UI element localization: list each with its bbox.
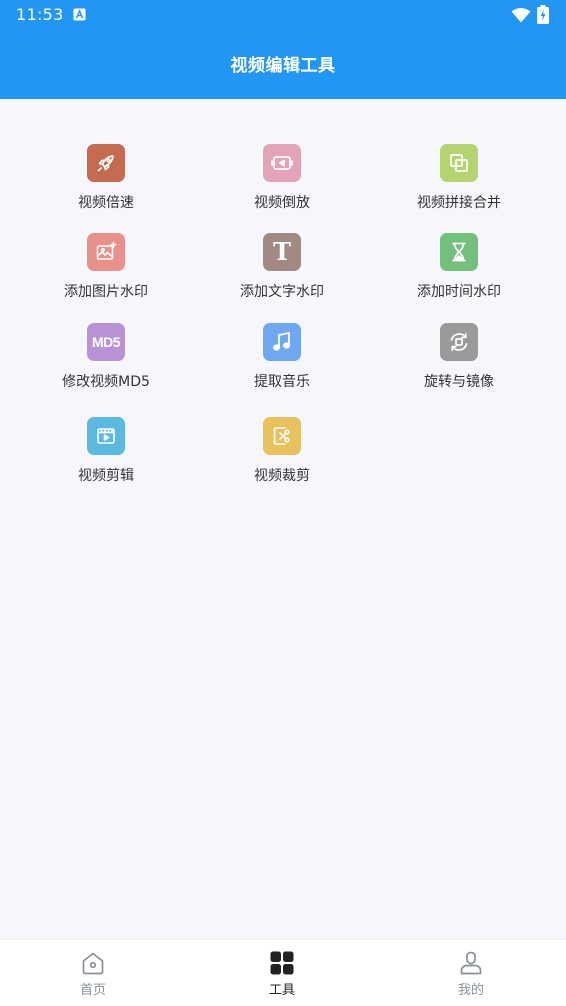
tool-label: 添加时间水印 [417, 284, 501, 300]
tool-label: 视频裁剪 [254, 468, 310, 484]
wifi-icon [511, 8, 531, 23]
tool-time-watermark[interactable]: 添加时间水印 [384, 233, 534, 313]
rewind-video-icon [263, 144, 301, 182]
tool-rotate-mirror[interactable]: 旋转与镜像 [384, 323, 534, 403]
tool-label: 旋转与镜像 [424, 374, 494, 390]
tool-image-watermark[interactable]: 添加图片水印 [31, 233, 181, 313]
app-header: 11:53 视频编辑工具 [0, 0, 566, 99]
rotate-icon [440, 323, 478, 361]
nav-home[interactable]: 首页 [33, 940, 153, 1006]
notification-a-icon [73, 8, 86, 21]
nav-profile[interactable]: 我的 [411, 940, 531, 1006]
tool-label: 视频拼接合并 [417, 195, 501, 211]
tool-video-merge[interactable]: 视频拼接合并 [384, 144, 534, 224]
tool-label: 视频倒放 [254, 195, 310, 211]
text-icon: T [263, 233, 301, 271]
status-time: 11:53 [16, 5, 64, 24]
tool-label: 提取音乐 [254, 374, 310, 390]
crop-cut-icon [263, 417, 301, 455]
tools-grid: 视频倍速 视频倒放 视频拼接合并 添加图片水印 T 添加文字水印 添加时间水印 … [0, 99, 566, 939]
tool-video-edit[interactable]: 视频剪辑 [31, 417, 181, 497]
bottom-nav: 首页 工具 我的 [0, 939, 566, 1006]
tool-label: 视频倍速 [78, 195, 134, 211]
tool-label: 视频剪辑 [78, 468, 134, 484]
tool-video-reverse[interactable]: 视频倒放 [207, 144, 357, 224]
tool-label: 添加文字水印 [240, 284, 324, 300]
image-icon [87, 233, 125, 271]
status-bar: 11:53 [0, 0, 566, 30]
music-icon [263, 323, 301, 361]
tool-label: 修改视频MD5 [62, 374, 150, 390]
tool-extract-music[interactable]: 提取音乐 [207, 323, 357, 403]
user-icon [460, 951, 482, 975]
home-icon [82, 952, 104, 975]
battery-charging-icon [537, 5, 549, 24]
page-title: 视频编辑工具 [230, 56, 336, 76]
rocket-icon [87, 144, 125, 182]
tool-video-speed[interactable]: 视频倍速 [31, 144, 181, 224]
tool-modify-md5[interactable]: MD5 修改视频MD5 [31, 323, 181, 403]
tool-text-watermark[interactable]: T 添加文字水印 [207, 233, 357, 313]
tool-label: 添加图片水印 [64, 284, 148, 300]
nav-tools[interactable]: 工具 [222, 940, 342, 1006]
nav-label: 我的 [457, 983, 484, 998]
merge-icon [440, 144, 478, 182]
tool-video-crop[interactable]: 视频裁剪 [207, 417, 357, 497]
nav-label: 首页 [79, 983, 106, 998]
nav-label: 工具 [268, 983, 295, 998]
film-icon [87, 417, 125, 455]
grid-icon [270, 951, 294, 975]
md5-icon: MD5 [87, 323, 125, 361]
hourglass-icon [440, 233, 478, 271]
